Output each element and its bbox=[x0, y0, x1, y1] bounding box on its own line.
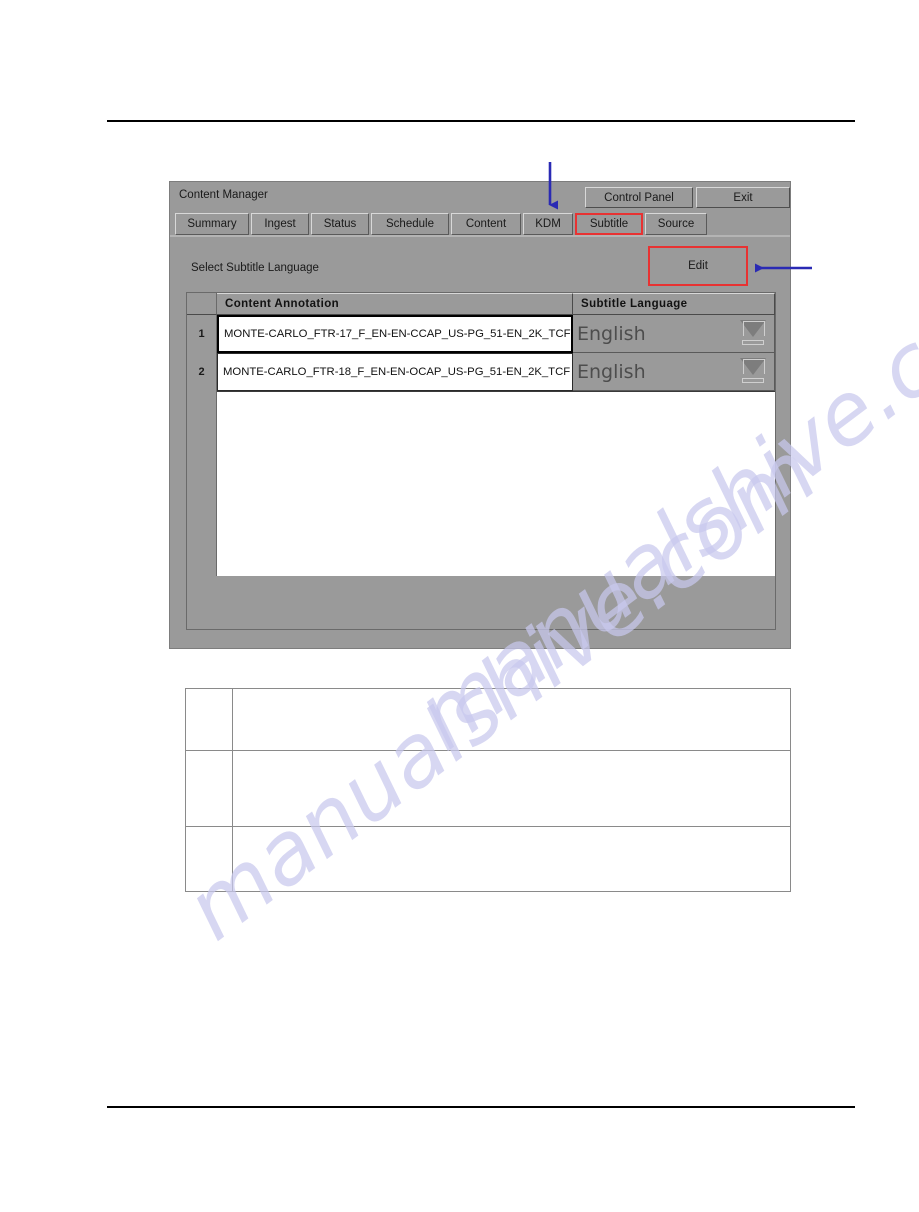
content-annotation-cell[interactable]: MONTE-CARLO_FTR-18_F_EN-EN-OCAP_US-PG_51… bbox=[217, 353, 573, 391]
grid-header-index bbox=[187, 293, 217, 315]
subtitle-language-dropdown[interactable]: English bbox=[573, 315, 775, 353]
content-annotation-cell[interactable]: MONTE-CARLO_FTR-17_F_EN-EN-CCAP_US-PG_51… bbox=[217, 315, 573, 353]
table-row[interactable]: 2 MONTE-CARLO_FTR-18_F_EN-EN-OCAP_US-PG_5… bbox=[187, 353, 775, 391]
subtitle-language-dropdown[interactable]: English bbox=[573, 353, 775, 391]
tab-content[interactable]: Content bbox=[451, 213, 521, 235]
grid-header-subtitle-language: Subtitle Language bbox=[573, 293, 775, 315]
page-header-rule bbox=[107, 120, 855, 122]
control-panel-button[interactable]: Control Panel bbox=[585, 187, 693, 208]
tab-source[interactable]: Source bbox=[645, 213, 707, 235]
tab-bar: Summary Ingest Status Schedule Content KDM Sub… bbox=[170, 213, 790, 236]
grid-header-content-annotation: Content Annotation bbox=[217, 293, 573, 315]
step-text-cell bbox=[233, 827, 790, 891]
table-row bbox=[186, 689, 790, 751]
page-footer-rule bbox=[107, 1106, 855, 1108]
subtitle-language-value: English bbox=[577, 360, 646, 383]
tab-ingest[interactable]: Ingest bbox=[251, 213, 309, 235]
table-row bbox=[186, 827, 790, 891]
page-title: Content Manager bbox=[179, 189, 268, 201]
grid-body: 1 MONTE-CARLO_FTR-17_F_EN-EN-CCAP_US-PG_5… bbox=[187, 315, 775, 629]
subtitle-grid: Content Annotation Subtitle Language 1 MO… bbox=[186, 292, 776, 630]
step-number-cell bbox=[186, 827, 233, 891]
select-subtitle-language-label: Select Subtitle Language bbox=[191, 262, 319, 274]
tab-schedule[interactable]: Schedule bbox=[371, 213, 449, 235]
grid-empty-index-column bbox=[187, 391, 217, 576]
grid-header-row: Content Annotation Subtitle Language bbox=[187, 293, 775, 315]
window-title-bar: Content Manager Control Panel Exit bbox=[170, 182, 790, 214]
content-manager-window: Content Manager Control Panel Exit Summa… bbox=[169, 181, 791, 649]
tab-summary[interactable]: Summary bbox=[175, 213, 249, 235]
tab-status[interactable]: Status bbox=[311, 213, 369, 235]
grid-empty-area bbox=[187, 391, 775, 576]
chevron-down-icon[interactable] bbox=[740, 357, 766, 386]
step-number-cell bbox=[186, 751, 233, 826]
tab-kdm[interactable]: KDM bbox=[523, 213, 573, 235]
table-row[interactable]: 1 MONTE-CARLO_FTR-17_F_EN-EN-CCAP_US-PG_5… bbox=[187, 315, 775, 353]
tab-bar-underline bbox=[170, 235, 790, 237]
row-index: 1 bbox=[187, 315, 217, 353]
exit-button[interactable]: Exit bbox=[696, 187, 790, 208]
procedure-table bbox=[185, 688, 791, 892]
subtitle-language-value: English bbox=[577, 322, 646, 345]
grid-empty-body bbox=[217, 391, 775, 576]
table-row bbox=[186, 751, 790, 827]
chevron-down-icon[interactable] bbox=[740, 319, 766, 348]
step-number-cell bbox=[186, 689, 233, 750]
edit-button[interactable]: Edit bbox=[648, 246, 748, 286]
step-text-cell bbox=[233, 689, 790, 750]
step-text-cell bbox=[233, 751, 790, 826]
tab-subtitle[interactable]: Subtitle bbox=[575, 213, 643, 235]
row-index: 2 bbox=[187, 353, 217, 391]
